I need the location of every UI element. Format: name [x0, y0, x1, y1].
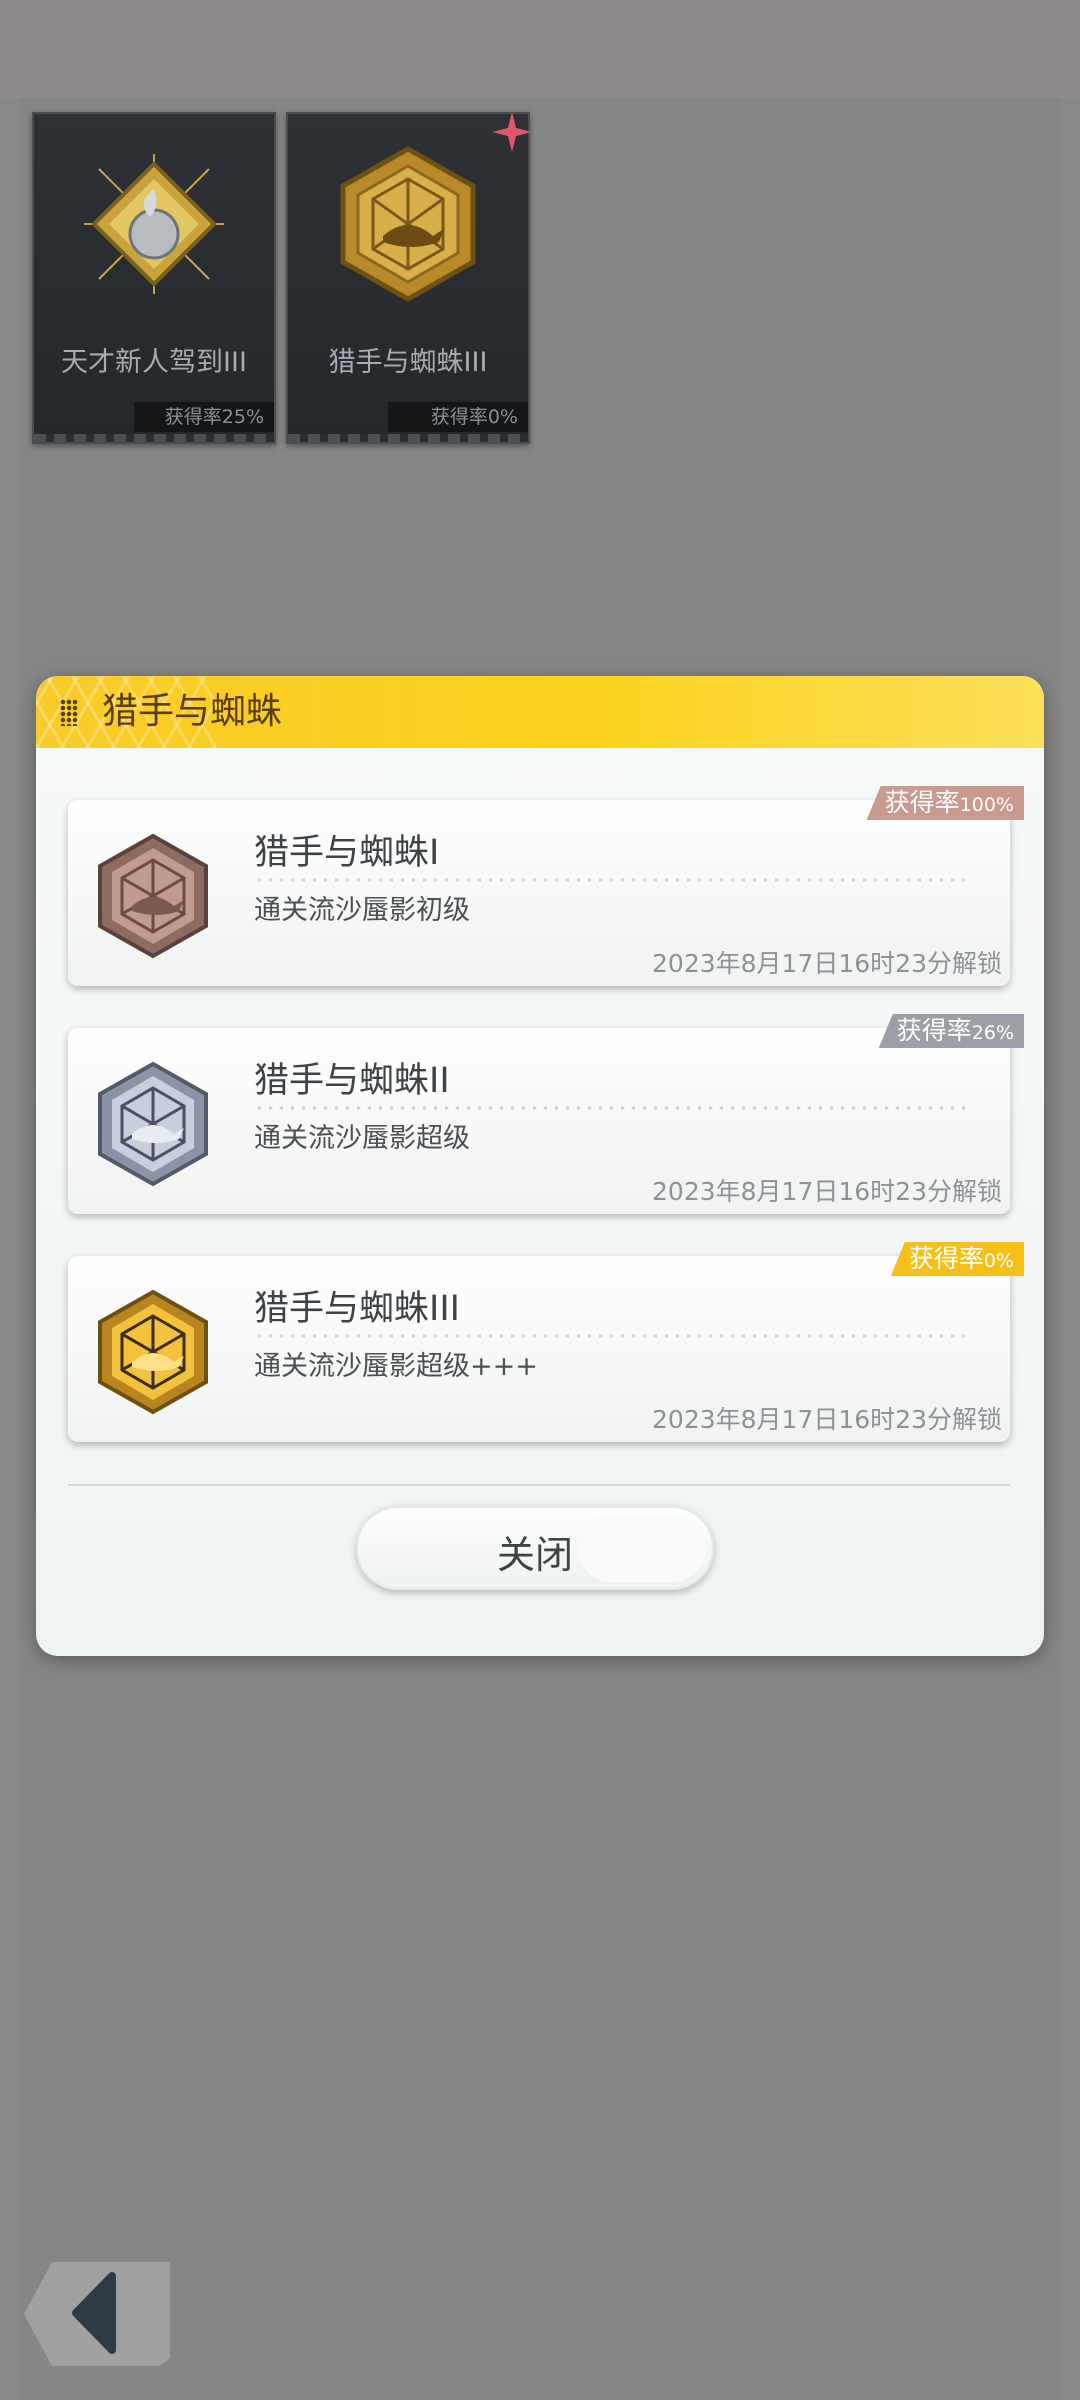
rate-badge: 获得率0%: [890, 1242, 1024, 1276]
dotted-divider: [254, 878, 970, 882]
rate-badge: 获得率26%: [878, 1014, 1024, 1048]
medal-icon: [84, 154, 224, 294]
unlock-time: 2023年8月17日16时23分解锁: [652, 1177, 1002, 1206]
dotted-divider: [254, 1334, 970, 1338]
rate-badge: 获得率100%: [866, 786, 1024, 820]
achievement-dialog: 猎手与蜘蛛 猎手与蜘蛛I 通关流沙蜃影初级 2023年8月17日16时23分解锁…: [36, 676, 1044, 1656]
achievement-card-genius[interactable]: 天才新人驾到III 获得率25%: [32, 112, 276, 444]
card-edge: [34, 434, 274, 442]
unlock-time: 2023年8月17日16时23分解锁: [652, 949, 1002, 978]
achievement-item[interactable]: 猎手与蜘蛛II 通关流沙蜃影超级 2023年8月17日16时23分解锁 获得率2…: [68, 1014, 1024, 1214]
card-edge: [288, 434, 528, 442]
medal-icon: [98, 1061, 208, 1187]
medal-icon: [98, 1289, 208, 1415]
medal-icon: [98, 833, 208, 959]
dialog-title: 猎手与蜘蛛: [102, 691, 283, 732]
dialog-divider: [68, 1484, 1010, 1486]
achievement-description: 通关流沙蜃影初级: [254, 895, 470, 926]
achievement-item[interactable]: 猎手与蜘蛛I 通关流沙蜃影初级 2023年8月17日16时23分解锁 获得率10…: [68, 786, 1024, 986]
medal-icon: [340, 146, 476, 302]
dialog-header: 猎手与蜘蛛: [36, 676, 1044, 748]
card-name: 猎手与蜘蛛III: [328, 347, 488, 378]
card-name: 天才新人驾到III: [61, 347, 247, 378]
grip-icon: [60, 699, 78, 726]
dotted-divider: [254, 1106, 970, 1110]
card-rate: 获得率25%: [134, 402, 274, 432]
sparkle-icon: [492, 112, 532, 152]
close-button[interactable]: 关闭: [356, 1506, 714, 1590]
achievement-description: 通关流沙蜃影超级: [254, 1123, 470, 1154]
achievement-title: 猎手与蜘蛛II: [254, 1061, 450, 1101]
top-strip: [0, 0, 1080, 98]
achievement-item[interactable]: 猎手与蜘蛛III 通关流沙蜃影超级+++ 2023年8月17日16时23分解锁 …: [68, 1242, 1024, 1442]
achievement-title: 猎手与蜘蛛I: [254, 833, 440, 873]
back-arrow-icon[interactable]: [24, 2262, 170, 2366]
achievement-card-hunter[interactable]: 猎手与蜘蛛III 获得率0%: [286, 112, 530, 444]
unlock-time: 2023年8月17日16时23分解锁: [652, 1405, 1002, 1434]
close-button-label: 关闭: [496, 1533, 573, 1577]
card-rate: 获得率0%: [388, 402, 528, 432]
achievement-title: 猎手与蜘蛛III: [254, 1289, 460, 1329]
achievement-description: 通关流沙蜃影超级+++: [254, 1351, 538, 1382]
